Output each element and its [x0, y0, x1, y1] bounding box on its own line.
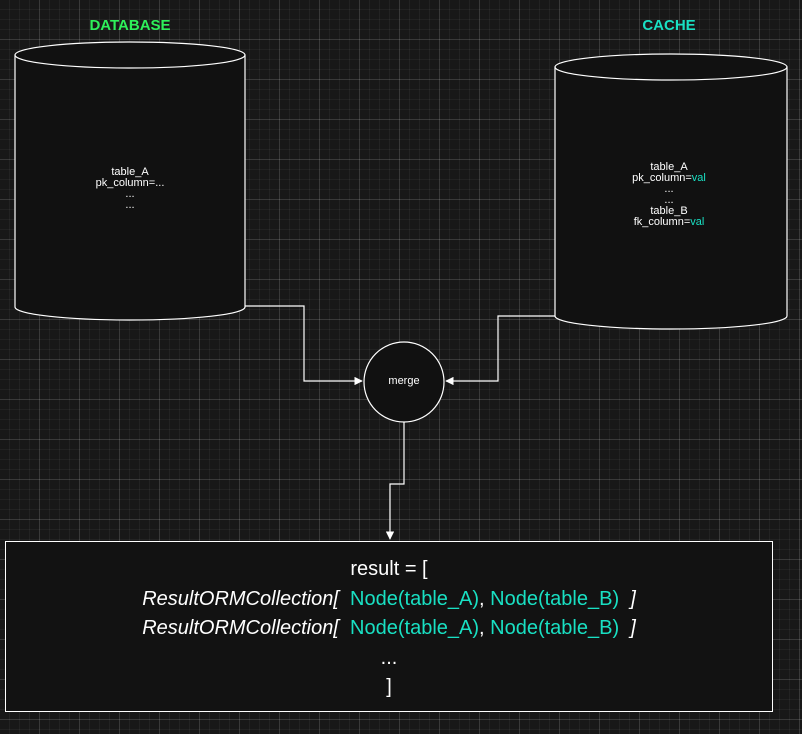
result-ellipsis: ... [380, 646, 398, 669]
result-node-b: Node(table_B) [490, 587, 620, 610]
result-box: result = [ ResultORMCollection[ Node(tab… [5, 541, 773, 712]
result-node-a: Node(table_A) [350, 617, 480, 639]
database-ellipsis: ... [125, 199, 135, 211]
database-heading: DATABASE [89, 17, 171, 34]
merge-label: merge [388, 375, 420, 387]
result-row: ResultORMCollection[ Node(table_A), Node… [6, 614, 772, 644]
result-collection-suffix: ] [619, 587, 636, 610]
database-to-merge-connector [245, 305, 363, 386]
cache-heading: CACHE [642, 17, 696, 34]
result-collection-prefix: ResultORMCollection[ [142, 617, 351, 639]
cache-pk-key: pk_column= [632, 172, 692, 184]
result-collection-suffix: ] [619, 617, 636, 639]
database-cylinder-text: table_A pk_column=... ... ... [70, 167, 190, 211]
result-node-b: Node(table_B) [490, 617, 620, 639]
cache-to-merge-connector [445, 315, 555, 386]
cache-fk-value: val [690, 216, 705, 228]
result-collection-prefix: ResultORMCollection[ [142, 587, 351, 610]
result-node-a: Node(table_A) [350, 587, 480, 610]
cache-pk-value: val [691, 172, 706, 184]
result-open-line: result = [ [350, 558, 428, 580]
merge-to-result-connector [385, 422, 405, 540]
cache-cylinder-text: table_A pk_column=val ... ... table_B fk… [609, 162, 729, 228]
cache-fk-row: fk_column=val [609, 217, 729, 228]
result-close-line: ] [386, 676, 392, 698]
cache-fk-key: fk_column= [633, 216, 691, 228]
result-comma: , [479, 587, 491, 610]
result-comma: , [479, 617, 491, 639]
result-row: ResultORMCollection[ Node(table_A), Node… [6, 585, 772, 615]
